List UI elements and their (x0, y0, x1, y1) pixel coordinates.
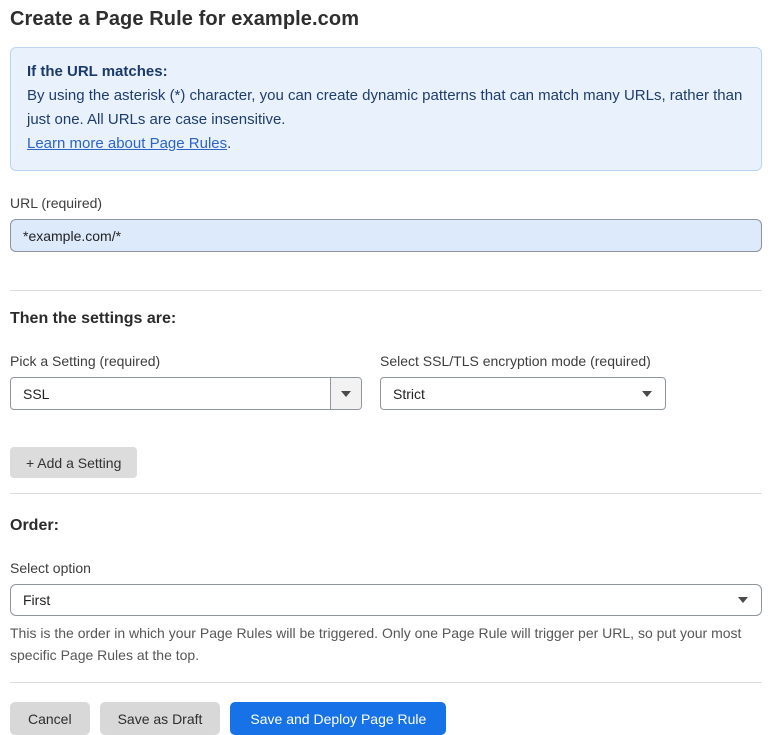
learn-more-link[interactable]: Learn more about Page Rules (27, 135, 227, 152)
ssl-mode-value: Strict (393, 385, 425, 402)
form-actions: Cancel Save as Draft Save and Deploy Pag… (10, 702, 762, 735)
setting-picker-select[interactable]: SSL (10, 377, 362, 410)
setting-picker-value: SSL (23, 385, 50, 402)
order-select-value: First (23, 592, 51, 608)
info-box-heading: If the URL matches: (27, 63, 168, 80)
settings-fields-row: Pick a Setting (required) SSL Select SSL… (10, 353, 762, 410)
page-title: Create a Page Rule for example.com (10, 8, 360, 30)
url-field-label: URL (required) (10, 195, 103, 211)
url-input[interactable] (10, 219, 762, 252)
order-help-text: This is the order in which your Page Rul… (10, 625, 742, 663)
cancel-button[interactable]: Cancel (10, 702, 90, 735)
page-rule-form: Create a Page Rule for example.com If th… (0, 0, 772, 735)
chevron-down-icon (642, 390, 652, 397)
link-suffix: . (227, 135, 232, 152)
divider (10, 290, 762, 291)
url-section: URL (required) (10, 195, 762, 252)
setting-picker-label: Pick a Setting (required) (10, 353, 161, 369)
info-link-line: Learn more about Page Rules. (27, 132, 745, 156)
divider (10, 493, 762, 494)
order-select-label: Select option (10, 560, 91, 576)
settings-section-heading: Then the settings are: (10, 310, 177, 327)
order-section-heading: Order: (10, 517, 59, 534)
url-match-info-box: If the URL matches: By using the asteris… (10, 47, 762, 171)
add-setting-button[interactable]: + Add a Setting (10, 447, 138, 478)
ssl-mode-field: Select SSL/TLS encryption mode (required… (380, 353, 666, 410)
select-arrow-box (330, 378, 361, 409)
setting-picker-field: Pick a Setting (required) SSL (10, 353, 362, 410)
order-select[interactable]: First (10, 584, 762, 616)
save-deploy-button[interactable]: Save and Deploy Page Rule (230, 702, 447, 735)
chevron-down-icon (738, 597, 748, 603)
chevron-down-icon (341, 390, 351, 397)
info-box-body: By using the asterisk (*) character, you… (27, 87, 743, 128)
ssl-mode-select[interactable]: Strict (380, 377, 666, 410)
save-draft-button[interactable]: Save as Draft (99, 702, 221, 735)
divider (10, 682, 762, 683)
ssl-mode-label: Select SSL/TLS encryption mode (required… (380, 353, 651, 369)
